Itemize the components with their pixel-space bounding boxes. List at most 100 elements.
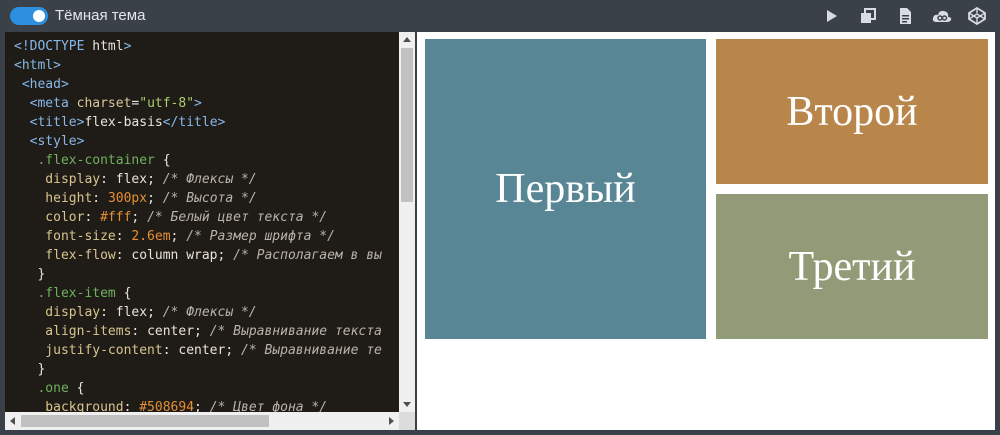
scroll-left-arrow[interactable] bbox=[10, 417, 15, 425]
code-token: "utf-8" bbox=[139, 96, 195, 111]
code-token: /* Белый цвет текста */ bbox=[147, 210, 328, 225]
flex-item-second-label: Второй bbox=[786, 88, 918, 135]
flex-item-second: Второй bbox=[716, 39, 988, 184]
top-toolbar: Тёмная тема bbox=[0, 0, 1000, 32]
flex-item-third: Третий bbox=[716, 194, 988, 339]
code-token: .one bbox=[14, 381, 69, 396]
code-token: ; bbox=[217, 248, 234, 263]
scrollbar-corner bbox=[399, 412, 415, 430]
scroll-right-arrow[interactable] bbox=[389, 417, 394, 425]
code-line[interactable]: <meta charset="utf-8"> bbox=[14, 94, 382, 113]
flex-item-first-label: Первый bbox=[495, 166, 636, 212]
cloud-icon[interactable] bbox=[932, 7, 952, 25]
code-token: } bbox=[14, 362, 46, 377]
code-token: <style> bbox=[14, 134, 85, 149]
code-token: /* Выравнивание текста bbox=[209, 324, 382, 339]
code-token: flex-flow bbox=[14, 248, 116, 263]
code-line[interactable]: display: flex; /* Флексы */ bbox=[14, 170, 382, 189]
code-line[interactable]: height: 300px; /* Высота */ bbox=[14, 189, 382, 208]
code-token: /* Высота */ bbox=[162, 191, 257, 206]
code-token: center bbox=[178, 343, 226, 358]
editor-horizontal-scrollbar[interactable] bbox=[5, 412, 399, 430]
code-token: /* Размер шрифта */ bbox=[186, 229, 335, 244]
code-line[interactable]: align-items: center; /* Выравнивание тек… bbox=[14, 322, 382, 341]
code-token: justify-content bbox=[14, 343, 163, 358]
code-token: /* Цвет фона */ bbox=[209, 400, 328, 412]
code-token: : bbox=[131, 324, 148, 339]
code-line[interactable]: .one { bbox=[14, 379, 382, 398]
result-preview: Первый Второй Третий bbox=[417, 32, 995, 430]
code-token: : bbox=[115, 248, 132, 263]
code-token: <!DOCTYPE bbox=[14, 39, 93, 54]
code-token: > bbox=[123, 39, 132, 54]
code-line[interactable]: font-size: 2.6em; /* Размер шрифта */ bbox=[14, 227, 382, 246]
code-token: ; bbox=[194, 400, 210, 412]
scroll-down-arrow[interactable] bbox=[403, 402, 411, 407]
dark-theme-label: Тёмная тема bbox=[55, 7, 146, 24]
code-line[interactable]: <title>flex-basis</title> bbox=[14, 113, 382, 132]
code-line[interactable]: display: flex; /* Флексы */ bbox=[14, 303, 382, 322]
code-line[interactable]: <!DOCTYPE html> bbox=[14, 37, 382, 56]
code-token: #fff bbox=[100, 210, 132, 225]
vertical-scroll-thumb[interactable] bbox=[401, 48, 413, 202]
code-token: : bbox=[100, 305, 116, 320]
code-token: display bbox=[14, 305, 101, 320]
code-token: font-size bbox=[14, 229, 116, 244]
code-token: <title> bbox=[14, 115, 85, 130]
flex-item-first: Первый bbox=[425, 39, 706, 339]
scroll-up-arrow[interactable] bbox=[403, 37, 411, 42]
code-line[interactable]: <html> bbox=[14, 56, 382, 75]
code-token: : bbox=[123, 400, 140, 412]
code-line[interactable]: <head> bbox=[14, 75, 382, 94]
code-token: /* Флексы */ bbox=[162, 172, 257, 187]
code-token: { bbox=[154, 153, 171, 168]
code-line[interactable]: flex-flow: column wrap; /* Располагаем в… bbox=[14, 246, 382, 265]
code-token: 2.6em bbox=[131, 229, 171, 244]
code-token: <head> bbox=[14, 77, 69, 92]
dark-theme-toggle[interactable] bbox=[10, 7, 48, 25]
code-token: flex-basis bbox=[84, 115, 163, 130]
code-token: display bbox=[14, 172, 101, 187]
code-token: .flex-item bbox=[14, 286, 116, 301]
code-line[interactable]: .flex-item { bbox=[14, 284, 382, 303]
code-line[interactable]: <style> bbox=[14, 132, 382, 151]
code-token: /* Выравнивание те bbox=[241, 343, 382, 358]
code-token: { bbox=[115, 286, 132, 301]
code-token: ; bbox=[147, 172, 163, 187]
code-token: ; bbox=[147, 305, 163, 320]
code-token: ; bbox=[225, 343, 241, 358]
code-token: > bbox=[194, 96, 202, 111]
code-token: html bbox=[92, 39, 124, 54]
code-line[interactable]: .flex-container { bbox=[14, 151, 382, 170]
code-token: : bbox=[162, 343, 179, 358]
code-token: .flex-container bbox=[14, 153, 155, 168]
code-token: background bbox=[14, 400, 124, 412]
code-content[interactable]: <!DOCTYPE html> <html> <head> <meta chars… bbox=[14, 37, 382, 412]
flex-item-third-label: Третий bbox=[788, 243, 916, 290]
editor-vertical-scrollbar[interactable] bbox=[399, 32, 415, 412]
play-icon[interactable] bbox=[822, 7, 840, 25]
code-token: 300px bbox=[107, 191, 148, 206]
codepen-icon[interactable] bbox=[968, 7, 986, 25]
code-token: align-items bbox=[14, 324, 132, 339]
document-icon[interactable] bbox=[896, 7, 914, 25]
code-line[interactable]: justify-content: center; /* Выравнивание… bbox=[14, 341, 382, 360]
code-line[interactable]: } bbox=[14, 360, 382, 379]
horizontal-scroll-thumb[interactable] bbox=[21, 415, 269, 427]
code-token: { bbox=[68, 381, 85, 396]
code-token: </title> bbox=[162, 115, 226, 130]
code-token: <html> bbox=[14, 58, 61, 73]
code-token: : bbox=[84, 210, 101, 225]
code-line[interactable]: } bbox=[14, 265, 382, 284]
code-token: <meta bbox=[14, 96, 77, 111]
code-editor[interactable]: <!DOCTYPE html> <html> <head> <meta chars… bbox=[5, 32, 399, 412]
code-token: ; bbox=[147, 191, 163, 206]
code-line[interactable]: background: #508694; /* Цвет фона */ bbox=[14, 398, 382, 412]
new-window-icon[interactable] bbox=[859, 7, 877, 25]
code-token: ; bbox=[131, 210, 148, 225]
code-token: #508694 bbox=[139, 400, 195, 412]
code-token: ; bbox=[170, 229, 187, 244]
code-token: /* Флексы */ bbox=[162, 305, 257, 320]
code-line[interactable]: color: #fff; /* Белый цвет текста */ bbox=[14, 208, 382, 227]
code-token: center bbox=[147, 324, 195, 339]
